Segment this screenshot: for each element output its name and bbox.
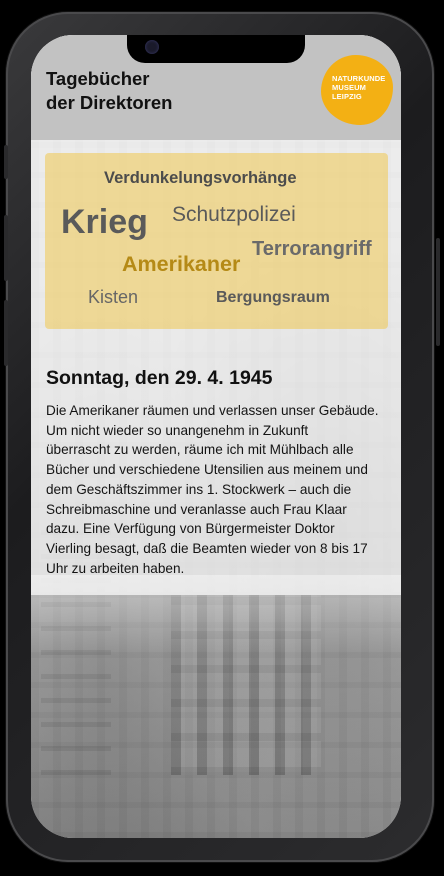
museum-logo[interactable]: NATURKUNDE MUSEUM LEIPZIG [321,55,393,125]
entry-line: überrascht zu werden, räume ich mit Mühl… [46,442,354,458]
volume-up-button [4,215,8,281]
keyword-verdunkelungsvorhaenge[interactable]: Verdunkelungsvorhänge [104,169,297,188]
volume-down-button [4,300,8,366]
keyword-schutzpolizei[interactable]: Schutzpolizei [172,203,296,227]
front-camera-icon [145,40,159,54]
keyword-kisten[interactable]: Kisten [88,287,138,308]
title-line-1: Tagebücher [46,68,150,89]
power-button [436,238,440,346]
entry-line: Die Amerikaner räumen und verlassen unse… [46,403,379,418]
logo-line-2: MUSEUM [332,83,366,92]
keyword-cloud: Verdunkelungsvorhänge Krieg Schutzpolize… [45,153,388,329]
entry-line: Um nicht wieder so unangenehm in Zukunft [46,422,309,438]
logo-line-1: NATURKUNDE [332,74,386,83]
logo-text: NATURKUNDE MUSEUM LEIPZIG [332,74,392,101]
title-line-2: der Direktoren [46,92,173,113]
logo-line-3: LEIPZIG [332,92,362,101]
entry-line: Schreibmaschine und veranlasse auch Frau… [46,501,347,517]
background-fade [31,575,401,838]
entry-line: Bücher und verschiedene Utensilien aus m… [46,462,368,478]
keyword-krieg[interactable]: Krieg [61,203,148,242]
keyword-amerikaner-selected[interactable]: Amerikaner [122,252,240,277]
keyword-bergungsraum[interactable]: Bergungsraum [216,289,330,307]
app-screen: Tagebücher der Direktoren NATURKUNDE MUS… [31,35,401,838]
diary-entry-text: Die Amerikaner räumen und verlassen unse… [46,401,386,578]
entry-line: Vierling besagt, daß die Beamten wieder … [46,540,368,556]
entry-line: Uhr zu arbeiten haben. [46,560,185,576]
keyword-terrorangriff[interactable]: Terrorangriff [252,238,372,261]
entry-line: dem Geschäftszimmer ins 1. Stockwerk – a… [46,481,352,497]
entry-line: dazu. Eine Verfügung von Bürgermeister D… [46,521,335,537]
mute-switch [4,145,8,179]
page-title: Tagebücher der Direktoren [46,67,246,115]
entry-date-heading: Sonntag, den 29. 4. 1945 [46,367,273,389]
